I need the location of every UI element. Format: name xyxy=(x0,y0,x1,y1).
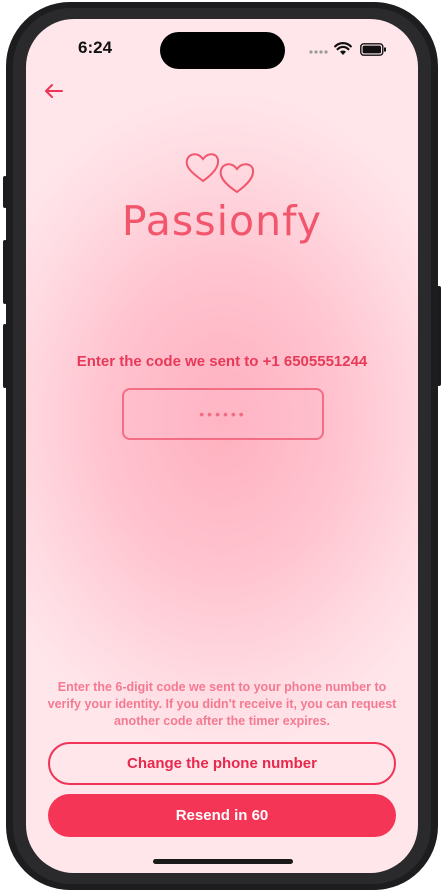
back-arrow-icon[interactable] xyxy=(40,77,68,105)
volume-down-button xyxy=(3,324,7,388)
power-button xyxy=(437,286,441,386)
two-hearts-icon xyxy=(185,153,255,194)
volume-up-button xyxy=(3,240,7,304)
status-bar: 6:24 xyxy=(26,19,418,75)
app-screen: 6:24 Passionfy Enter the code we sent to… xyxy=(26,19,418,873)
code-prompt: Enter the code we sent to +1 6505551244 xyxy=(76,353,368,370)
cellular-signal-icon xyxy=(309,50,328,54)
verification-code-input[interactable]: •••••• xyxy=(122,388,324,440)
wifi-icon xyxy=(334,42,352,55)
status-time: 6:24 xyxy=(78,38,113,57)
help-text: Enter the 6-digit code we sent to your p… xyxy=(47,680,397,728)
resend-code-button[interactable]: Resend in 60 xyxy=(48,794,396,837)
dynamic-island xyxy=(160,32,285,69)
home-indicator[interactable] xyxy=(153,859,293,864)
silent-switch xyxy=(3,176,7,208)
battery-icon xyxy=(360,43,386,56)
brand-name: Passionfy xyxy=(121,197,323,245)
change-phone-button[interactable]: Change the phone number xyxy=(48,742,396,785)
